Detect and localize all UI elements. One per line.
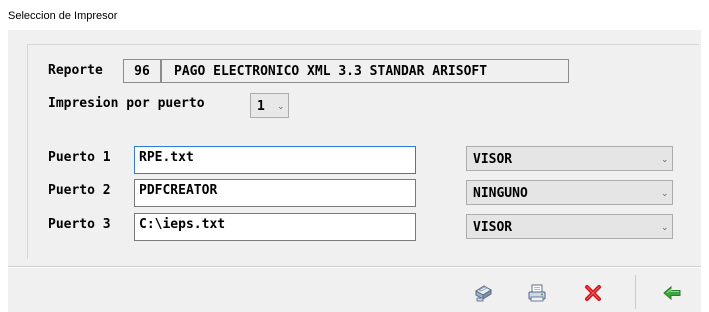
- report-number: 96: [134, 63, 150, 79]
- port-1-mode-select[interactable]: VISOR ⌄: [466, 146, 673, 171]
- cancel-button[interactable]: [580, 280, 606, 306]
- port-1-mode: VISOR: [473, 152, 513, 167]
- window-title: Seleccion de Impresor: [8, 10, 118, 22]
- report-number-field: 96: [123, 59, 161, 83]
- port-2-mode: NINGUNO: [473, 186, 528, 201]
- print-button[interactable]: [524, 280, 550, 306]
- port-1-input[interactable]: RPE.txt: [134, 146, 416, 174]
- print-port-value: 1: [257, 99, 265, 114]
- port-3-value: C:\ieps.txt: [139, 217, 226, 232]
- cancel-icon: [585, 285, 601, 301]
- port-2-mode-select[interactable]: NINGUNO ⌄: [466, 180, 673, 205]
- chevron-down-icon: ⌄: [661, 223, 669, 233]
- port-2-label: Puerto 2: [48, 183, 111, 198]
- port-3-label: Puerto 3: [48, 217, 111, 232]
- port-3-input[interactable]: C:\ieps.txt: [134, 213, 416, 241]
- printer-setup-icon: [475, 285, 492, 302]
- back-button[interactable]: [659, 280, 685, 306]
- port-2-value: PDFCREATOR: [139, 183, 218, 198]
- port-3-mode: VISOR: [473, 220, 513, 235]
- toolbar-vertical-separator: [635, 275, 636, 309]
- chevron-down-icon: ⌄: [661, 189, 669, 199]
- report-label: Reporte: [48, 63, 103, 78]
- title-bar: Seleccion de Impresor: [0, 0, 709, 30]
- print-port-label: Impresion por puerto: [48, 96, 205, 111]
- port-1-value: RPE.txt: [139, 150, 194, 165]
- report-name-field: PAGO ELECTRONICO XML 3.3 STANDAR ARISOFT: [161, 59, 569, 83]
- report-name: PAGO ELECTRONICO XML 3.3 STANDAR ARISOFT: [174, 63, 488, 79]
- print-port-select[interactable]: 1 ⌄: [250, 93, 289, 118]
- print-icon: [528, 284, 546, 302]
- port-3-mode-select[interactable]: VISOR ⌄: [466, 214, 673, 239]
- back-arrow-icon: [663, 285, 681, 301]
- printer-setup-button[interactable]: [470, 280, 496, 306]
- chevron-down-icon: ⌄: [277, 102, 285, 112]
- toolbar-separator-highlight: [8, 267, 701, 268]
- port-1-label: Puerto 1: [48, 150, 111, 165]
- port-2-input[interactable]: PDFCREATOR: [134, 179, 416, 207]
- chevron-down-icon: ⌄: [661, 155, 669, 165]
